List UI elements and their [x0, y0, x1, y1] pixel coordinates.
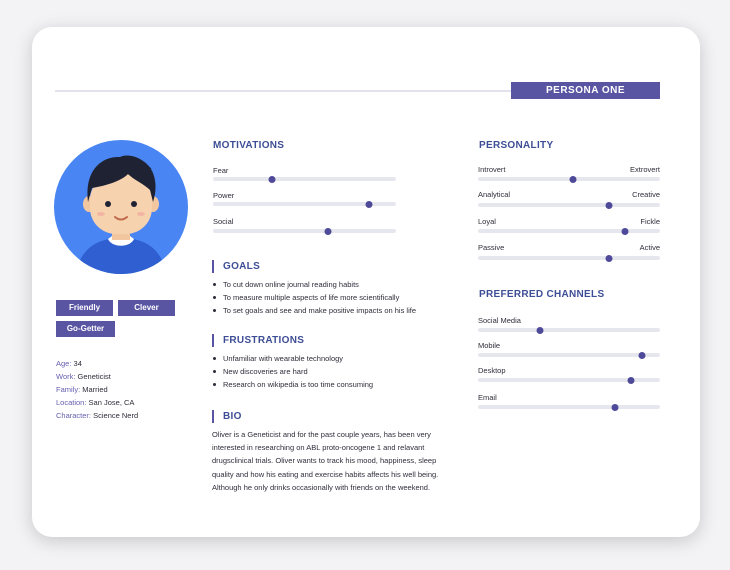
slider-knob [638, 351, 646, 359]
profile-work: Work: Geneticist [56, 372, 111, 381]
trait-tag-friendly: Friendly [56, 300, 113, 316]
persona-label: PERSONA ONE [511, 82, 660, 99]
channel-label-social-media: Social Media [478, 316, 521, 325]
list-item: Research on wikipedia is too time consum… [212, 379, 373, 392]
channel-slider-social-media [478, 326, 660, 334]
frustrations-title: FRUSTRATIONS [212, 334, 304, 347]
profile-family: Family: Married [56, 385, 108, 394]
personality-slider-introvert-extrovert [478, 175, 660, 183]
motivation-label-fear: Fear [213, 166, 229, 175]
personality-right-label: Active [639, 243, 660, 252]
trait-tag-go-getter: Go-Getter [56, 321, 115, 337]
personality-slider-analytical-creative [478, 201, 660, 209]
channel-slider-mobile [478, 351, 660, 359]
profile-age: Age: 34 [56, 359, 82, 368]
header-divider [55, 90, 511, 92]
slider-knob [324, 227, 332, 235]
slider-knob [605, 201, 613, 209]
bio-title: BIO [212, 410, 242, 423]
slider-knob [627, 376, 635, 384]
bio-text: Oliver is a Geneticist and for the past … [212, 430, 439, 492]
slider-knob [621, 227, 629, 235]
goals-title: GOALS [212, 260, 260, 273]
goals-list: To cut down online journal reading habit… [212, 279, 416, 318]
list-item: To set goals and see and make positive i… [212, 305, 416, 318]
personality-left-label: Analytical [478, 190, 511, 199]
motivations-title: MOTIVATIONS [213, 140, 285, 151]
channel-slider-desktop [478, 376, 660, 384]
personality-right-label: Extrovert [629, 165, 660, 174]
channel-slider-email [478, 403, 660, 411]
motivation-slider-social [213, 227, 396, 235]
slider-knob [605, 254, 613, 262]
slider-knob [365, 200, 373, 208]
list-item: To measure multiple aspects of life more… [212, 292, 416, 305]
motivation-slider-fear [213, 175, 396, 183]
personality-left-label: Passive [478, 243, 505, 252]
motivation-slider-power [213, 200, 396, 208]
avatar [54, 140, 188, 274]
list-item: New discoveries are hard [212, 366, 373, 379]
personality-slider-loyal-fickle [478, 227, 660, 235]
personality-left-label: Introvert [478, 165, 506, 174]
trait-tag-clever: Clever [118, 300, 175, 316]
personality-left-label: Loyal [478, 217, 496, 226]
slider-knob [611, 403, 618, 411]
personality-right-label: Fickle [640, 217, 660, 226]
channel-label-desktop: Desktop [478, 366, 506, 375]
personality-right-label: Creative [632, 190, 660, 199]
slider-knob [268, 175, 276, 183]
slider-knob [569, 175, 577, 183]
list-item: To cut down online journal reading habit… [212, 279, 416, 292]
profile-character: Character: Science Nerd [56, 411, 139, 420]
personality-slider-passive-active [478, 254, 660, 262]
motivation-label-power: Power [213, 191, 235, 200]
channel-label-mobile: Mobile [478, 341, 501, 350]
personality-title: PERSONALITY [479, 140, 554, 151]
profile-location: Location: San Jose, CA [56, 398, 135, 407]
motivation-label-social: Social [213, 217, 234, 226]
frustrations-list: Unfamiliar with wearable technology New … [212, 353, 373, 392]
channels-title: PREFERRED CHANNELS [479, 289, 605, 300]
channel-label-email: Email [478, 393, 497, 402]
list-item: Unfamiliar with wearable technology [212, 353, 373, 366]
slider-knob [536, 326, 544, 334]
